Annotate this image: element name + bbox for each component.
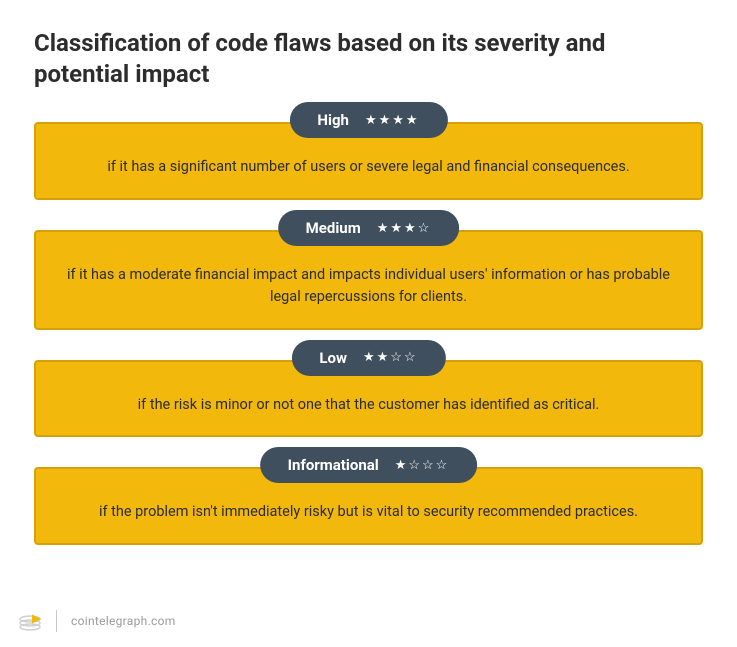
- star-rating-icon: ★★★★: [365, 113, 420, 128]
- levels-container: High★★★★if it has a significant number o…: [34, 122, 703, 545]
- severity-pill: Medium ★★★☆: [278, 210, 460, 246]
- severity-pill: Informational ★☆☆☆: [260, 447, 478, 483]
- severity-pill: Low ★★☆☆: [291, 340, 445, 376]
- footer-divider: [56, 610, 57, 632]
- severity-label: Informational: [288, 456, 379, 474]
- star-rating-icon: ★★☆☆: [363, 350, 418, 365]
- severity-label: Low: [319, 349, 347, 367]
- star-rating-icon: ★☆☆☆: [395, 458, 450, 473]
- severity-pill: High ★★★★: [289, 102, 447, 138]
- severity-label: Medium: [306, 219, 361, 237]
- severity-level: Medium★★★☆if it has a moderate financial…: [34, 230, 703, 330]
- page-title: Classification of code flaws based on it…: [34, 28, 674, 90]
- footer: cointelegraph.com: [18, 609, 176, 633]
- severity-level: Low★★☆☆if the risk is minor or not one t…: [34, 360, 703, 438]
- severity-level: Informational★☆☆☆if the problem isn't im…: [34, 467, 703, 545]
- severity-level: High★★★★if it has a significant number o…: [34, 122, 703, 200]
- footer-source: cointelegraph.com: [71, 614, 176, 628]
- star-rating-icon: ★★★☆: [377, 221, 432, 236]
- cointelegraph-logo-icon: [18, 609, 42, 633]
- severity-label: High: [317, 111, 349, 129]
